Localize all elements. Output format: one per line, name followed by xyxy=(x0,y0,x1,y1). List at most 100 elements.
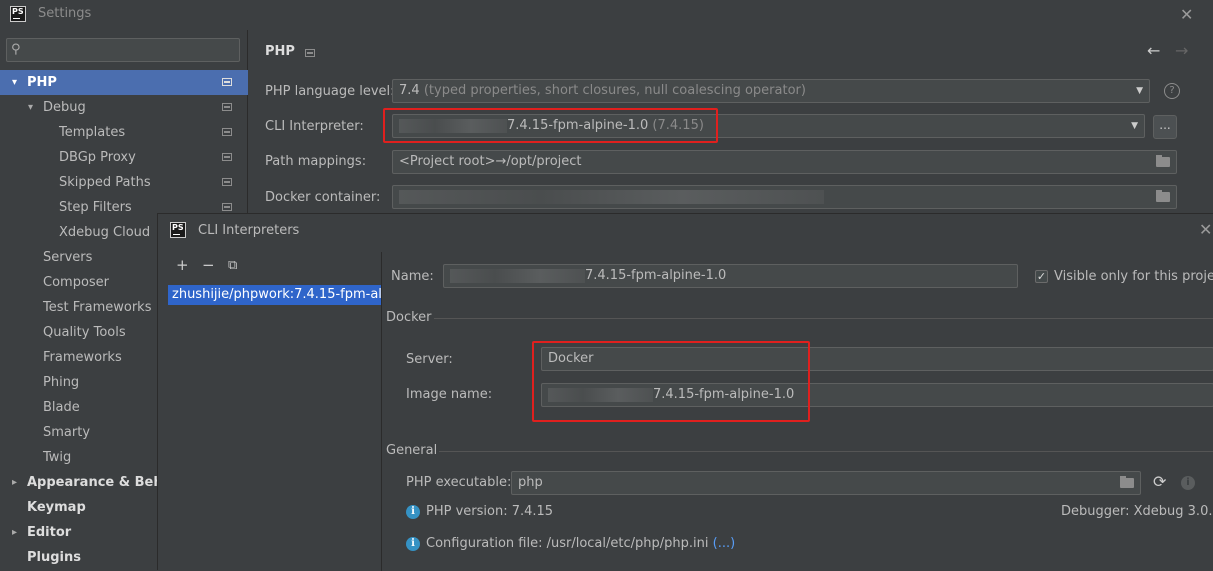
search-icon: ⚲ xyxy=(11,42,21,57)
title-bar: PS Settings ✕ xyxy=(0,0,1213,30)
folder-icon[interactable] xyxy=(1156,155,1170,167)
image-name-label: Image name: xyxy=(406,387,493,402)
config-file-text: Configuration file: /usr/local/etc/php/p… xyxy=(426,536,735,551)
sidebar-item-skipped-paths[interactable]: Skipped Paths xyxy=(0,170,248,195)
project-scope-icon xyxy=(222,128,232,136)
php-executable-field[interactable]: php xyxy=(511,471,1141,495)
refresh-icon[interactable]: ⟳ xyxy=(1153,472,1166,491)
config-file-more-link[interactable]: (...) xyxy=(713,536,736,551)
project-scope-icon xyxy=(222,203,232,211)
phpstorm-logo-icon: PS xyxy=(170,222,186,238)
visible-only-checkbox[interactable]: ✓ xyxy=(1035,270,1048,283)
sidebar-item-label: Templates xyxy=(59,125,126,140)
remove-icon[interactable]: − xyxy=(202,258,215,273)
path-mappings-label: Path mappings: xyxy=(265,154,367,169)
cli-interpreter-label: CLI Interpreter: xyxy=(265,119,364,134)
sidebar-item-label: Keymap xyxy=(27,500,86,515)
cli-interpreters-dialog: PS CLI Interpreters ✕ + − ⧉ zhushijie/ph… xyxy=(157,213,1213,571)
language-level-hint: (typed properties, short closures, null … xyxy=(423,83,806,98)
info-icon[interactable]: i xyxy=(1181,476,1195,490)
chevron-down-icon: ▼ xyxy=(1131,121,1138,131)
settings-window: PS Settings ✕ ⚲ ▾ PHP ▾ Debug Templates DBGp … xyxy=(0,0,1213,571)
path-mappings-field[interactable]: <Project root>→/opt/project xyxy=(392,150,1177,174)
section-divider xyxy=(439,451,1213,452)
chevron-down-icon[interactable]: ▾ xyxy=(12,70,17,95)
forward-arrow-icon[interactable]: → xyxy=(1175,41,1188,60)
close-icon[interactable]: ✕ xyxy=(1199,222,1212,238)
close-icon[interactable]: ✕ xyxy=(1180,7,1193,23)
config-file-path: Configuration file: /usr/local/etc/php/p… xyxy=(426,536,709,551)
sidebar-item-dbgp-proxy[interactable]: DBGp Proxy xyxy=(0,145,248,170)
sidebar-item-label: Test Frameworks xyxy=(43,300,152,315)
sidebar-item-label: Phing xyxy=(43,375,80,390)
sidebar-item-label: Blade xyxy=(43,400,80,415)
php-executable-value: php xyxy=(518,475,543,490)
interpreter-list-panel: + − ⧉ zhushijie/phpwork:7.4.15-fpm-alpin… xyxy=(168,252,381,571)
page-title: PHP xyxy=(265,44,295,59)
info-icon: i xyxy=(406,537,420,551)
info-icon: i xyxy=(406,505,420,519)
project-scope-icon xyxy=(222,78,232,86)
sidebar-item-label: DBGp Proxy xyxy=(59,150,136,165)
sidebar-item-debug[interactable]: ▾ Debug xyxy=(0,95,248,120)
sidebar-item-label: Quality Tools xyxy=(43,325,126,340)
help-icon[interactable]: ? xyxy=(1164,83,1180,99)
cli-interpreters-more-button[interactable]: ... xyxy=(1153,115,1177,139)
back-arrow-icon[interactable]: ← xyxy=(1147,41,1160,60)
server-label: Server: xyxy=(406,352,453,367)
language-level-select[interactable]: 7.4 (typed properties, short closures, n… xyxy=(392,79,1150,103)
window-title: Settings xyxy=(38,6,92,21)
docker-container-field[interactable] xyxy=(392,185,1177,209)
sidebar-item-label: Twig xyxy=(43,450,72,465)
phpstorm-logo-icon: PS xyxy=(10,6,26,22)
sidebar-item-label: Smarty xyxy=(43,425,91,440)
dialog-title: CLI Interpreters xyxy=(198,223,300,238)
sidebar-item-label: Servers xyxy=(43,250,93,265)
redacted-value xyxy=(399,190,824,204)
divider xyxy=(381,252,382,571)
general-section-title: General xyxy=(386,443,438,458)
interpreter-list-item[interactable]: zhushijie/phpwork:7.4.15-fpm-alpine xyxy=(168,285,381,305)
name-label: Name: xyxy=(391,269,434,284)
php-executable-label: PHP executable: xyxy=(406,475,512,490)
chevron-down-icon[interactable]: ▾ xyxy=(28,95,33,120)
project-scope-icon xyxy=(222,178,232,186)
folder-icon[interactable] xyxy=(1120,476,1134,488)
sidebar-item-templates[interactable]: Templates xyxy=(0,120,248,145)
sidebar-item-label: PHP xyxy=(27,75,57,90)
chevron-down-icon: ▼ xyxy=(1136,86,1143,96)
highlight-annotation xyxy=(383,108,718,143)
sidebar-item-label: Step Filters xyxy=(59,200,132,215)
language-level-label: PHP language level: xyxy=(265,84,395,99)
sidebar-item-label: Frameworks xyxy=(43,350,122,365)
name-value: 7.4.15-fpm-alpine-1.0 xyxy=(585,268,727,283)
language-level-value: 7.4 xyxy=(399,83,420,98)
sidebar-item-php[interactable]: ▾ PHP xyxy=(0,70,248,95)
folder-icon[interactable] xyxy=(1156,190,1170,202)
php-version-text: PHP version: 7.4.15 xyxy=(426,504,554,519)
copy-icon[interactable]: ⧉ xyxy=(228,258,237,273)
sidebar-item-label: Editor xyxy=(27,525,72,540)
redacted-prefix xyxy=(450,268,585,283)
section-divider xyxy=(434,318,1213,319)
project-scope-icon xyxy=(222,153,232,161)
visible-only-label: Visible only for this project xyxy=(1054,269,1213,284)
docker-section-title: Docker xyxy=(386,310,432,325)
sidebar-item-label: Xdebug Cloud xyxy=(59,225,151,240)
project-scope-icon xyxy=(222,103,232,111)
path-mappings-value: <Project root>→/opt/project xyxy=(399,154,582,169)
highlight-annotation xyxy=(532,341,810,422)
search-input[interactable]: ⚲ xyxy=(6,38,240,62)
docker-container-label: Docker container: xyxy=(265,190,381,205)
debugger-text: Debugger: Xdebug 3.0.2 xyxy=(1061,504,1213,519)
sidebar-item-label: Composer xyxy=(43,275,110,290)
php-settings-panel: PHP ← → PHP language level: 7.4 (typed p… xyxy=(249,30,1213,215)
project-scope-icon xyxy=(305,49,315,57)
name-field[interactable]: 7.4.15-fpm-alpine-1.0 xyxy=(443,264,1018,288)
chevron-right-icon[interactable]: ▸ xyxy=(12,520,17,545)
sidebar-item-label: Skipped Paths xyxy=(59,175,151,190)
sidebar-item-label: Plugins xyxy=(27,550,81,565)
chevron-right-icon[interactable]: ▸ xyxy=(12,470,17,495)
sidebar-item-label: Debug xyxy=(43,100,86,115)
add-icon[interactable]: + xyxy=(176,258,189,273)
